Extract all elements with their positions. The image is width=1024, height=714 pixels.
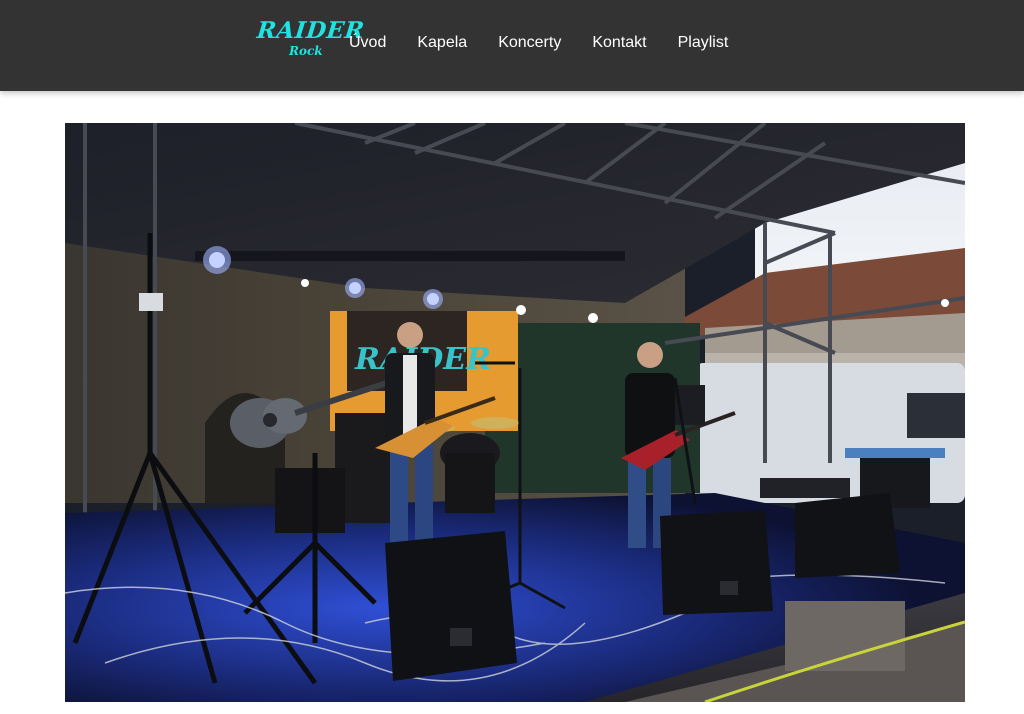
nav-item-koncerty[interactable]: Koncerty bbox=[498, 32, 561, 54]
concert-photo-illustration: RAIDER bbox=[65, 123, 965, 702]
nav-item-kapela[interactable]: Kapela bbox=[417, 32, 467, 54]
nav-item-uvod[interactable]: Úvod bbox=[349, 32, 386, 54]
site-header: RAIDER Rock Úvod Kapela Koncerty Kontakt… bbox=[0, 0, 1024, 91]
nav-item-kontakt[interactable]: Kontakt bbox=[592, 32, 646, 54]
logo-subtitle: Rock bbox=[289, 44, 323, 58]
hero-photo: RAIDER bbox=[65, 123, 965, 702]
nav-item-playlist[interactable]: Playlist bbox=[678, 32, 729, 54]
logo-link[interactable]: RAIDER Rock bbox=[256, 17, 366, 62]
